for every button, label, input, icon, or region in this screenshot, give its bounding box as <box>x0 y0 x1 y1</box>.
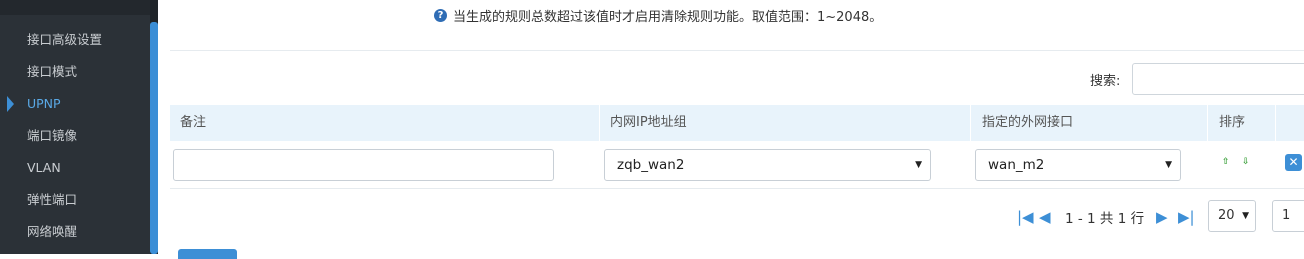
column-divider <box>1207 105 1208 141</box>
column-header-wan-interface: 指定的外网接口 <box>982 115 1074 130</box>
column-header-ip-group: 内网IP地址组 <box>610 115 687 130</box>
next-page-icon[interactable]: ▶ <box>1156 209 1168 225</box>
wan-interface-select-value: wan_m2 <box>988 157 1045 173</box>
page-size-value: 20 <box>1218 208 1235 223</box>
column-header-note: 备注 <box>180 115 207 130</box>
page-number-value: 1 <box>1282 208 1291 223</box>
column-divider <box>970 105 971 141</box>
column-header-order: 排序 <box>1219 115 1246 130</box>
table-header: 备注 内网IP地址组 指定的外网接口 排序 <box>170 105 1304 141</box>
sidebar-item-elastic-port[interactable]: 弹性端口 <box>0 184 150 216</box>
search-label: 搜索: <box>1090 74 1121 89</box>
caret-down-icon: ▼ <box>1242 211 1249 221</box>
sidebar-scrollbar-thumb[interactable] <box>150 22 158 254</box>
hint-row: ? 当生成的规则总数超过该值时才启用清除规则功能。取值范围：1~2048。 <box>434 6 882 25</box>
bottom-action-button[interactable] <box>178 249 237 259</box>
sidebar-item-interface-advanced[interactable]: 接口高级设置 <box>0 24 150 56</box>
ip-group-select[interactable]: zqb_wan2 ▼ <box>604 149 931 181</box>
sidebar: 接口高级设置 接口模式 UPNP 端口镜像 VLAN 弹性端口 网络唤醒 <box>0 0 158 254</box>
sidebar-item-vlan[interactable]: VLAN <box>0 152 150 184</box>
divider <box>170 50 1304 51</box>
search-input[interactable] <box>1132 63 1304 95</box>
delete-row-button[interactable]: ✕ <box>1285 154 1302 171</box>
previous-page-icon[interactable]: ◀ <box>1039 209 1051 225</box>
ip-group-select-value: zqb_wan2 <box>617 157 685 173</box>
sidebar-section-header <box>0 0 150 15</box>
wan-interface-select[interactable]: wan_m2 ▼ <box>975 149 1181 181</box>
sidebar-item-interface-mode[interactable]: 接口模式 <box>0 56 150 88</box>
sidebar-scrollbar[interactable] <box>150 0 158 254</box>
sidebar-item-upnp[interactable]: UPNP <box>0 88 150 120</box>
table-row: zqb_wan2 ▼ wan_m2 ▼ ⇧ ⇩ ✕ <box>170 141 1304 189</box>
page-number-input[interactable]: 1 <box>1272 200 1304 232</box>
sidebar-item-port-mirror[interactable]: 端口镜像 <box>0 120 150 152</box>
column-divider <box>1275 105 1276 141</box>
first-page-icon[interactable]: |◀ <box>1017 209 1034 225</box>
page-size-select[interactable]: 20 ▼ <box>1208 200 1256 232</box>
note-input[interactable] <box>173 149 554 181</box>
move-up-icon[interactable]: ⇧ <box>1222 157 1230 167</box>
caret-down-icon: ▼ <box>915 160 922 170</box>
hint-text: 当生成的规则总数超过该值时才启用清除规则功能。取值范围：1~2048。 <box>453 10 883 25</box>
question-circle-icon: ? <box>434 9 447 22</box>
caret-down-icon: ▼ <box>1165 160 1172 170</box>
last-page-icon[interactable]: ▶| <box>1178 209 1195 225</box>
move-down-icon[interactable]: ⇩ <box>1242 157 1250 167</box>
pagination-summary: 1 - 1 共 1 行 <box>1065 211 1145 227</box>
main-content: ? 当生成的规则总数超过该值时才启用清除规则功能。取值范围：1~2048。 搜索… <box>170 0 1304 259</box>
sidebar-item-wake-on-lan[interactable]: 网络唤醒 <box>0 216 150 248</box>
